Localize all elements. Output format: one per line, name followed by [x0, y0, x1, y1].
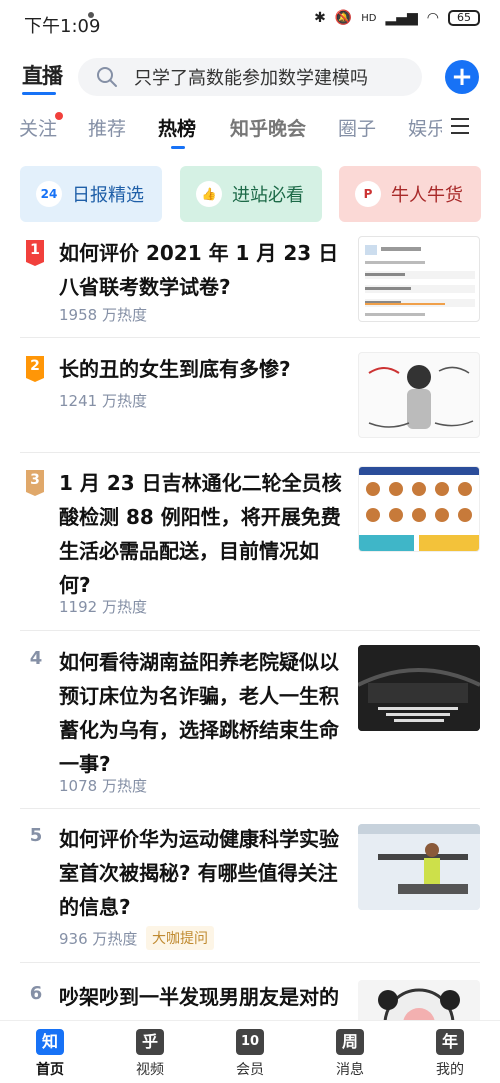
messages-icon: 周: [336, 1029, 364, 1055]
bottom-nav: 知 首页 乎 视频 10 会员 周 消息 年 我的: [0, 1020, 500, 1083]
divider: [20, 630, 480, 631]
tab-entertainment[interactable]: 娱乐: [408, 114, 442, 141]
nav-messages[interactable]: 周 消息: [320, 1029, 380, 1079]
notification-dot: [88, 12, 94, 18]
item-thumbnail: [358, 824, 480, 910]
quick-link-label: 日报精选: [72, 185, 144, 206]
nav-profile[interactable]: 年 我的: [420, 1029, 480, 1079]
topic-badge: 大咖提问: [146, 926, 214, 950]
item-thumbnail: [358, 645, 480, 731]
search-icon: [97, 67, 117, 87]
hot-list-item[interactable]: 4 如何看待湖南益阳养老院疑似以预订床位为名诈骗，老人一生积蓄化为乌有，选择跳桥…: [0, 645, 500, 805]
hot-item-title: 吵架吵到一半发现男朋友是对的该怎么办?: [59, 985, 339, 1020]
quick-link-goods[interactable]: P 牛人牛货: [339, 166, 481, 222]
quick-link-daily[interactable]: 24 日报精选: [20, 166, 162, 222]
divider: [20, 962, 480, 963]
tab-hot[interactable]: 热榜: [158, 114, 196, 141]
divider: [20, 337, 480, 338]
status-bar: 下午1:09 ✱ 🔕 HD ▂▄▆ ◠ 65: [0, 0, 500, 44]
hd-icon: HD: [361, 12, 377, 24]
rank-badge: 1: [26, 240, 44, 266]
tab-follow-badge: [55, 112, 63, 120]
rank-badge: 2: [26, 356, 44, 382]
hot-item-heat: 936 万热度: [59, 930, 138, 948]
home-icon: 知: [36, 1029, 64, 1055]
hot-list-item[interactable]: 1 如何评价 2021 年 1 月 23 日八省联考数学试卷? 1958 万热度: [0, 236, 500, 336]
signal-icon: ▂▄▆: [385, 10, 418, 26]
hot-item-title: 1 月 23 日吉林通化二轮全员核酸检测 88 例阳性，将开展免费生活必需品配送…: [59, 471, 342, 597]
status-icons: ✱ 🔕 HD ▂▄▆ ◠ 65: [314, 10, 480, 26]
rank-number: 4: [29, 648, 43, 669]
tab-gala[interactable]: 知乎晚会: [230, 114, 306, 141]
daily-icon: 24: [36, 181, 62, 207]
search-bar[interactable]: 只学了高数能参加数学建模吗: [78, 58, 422, 96]
tab-recommend[interactable]: 推荐: [88, 114, 126, 141]
hot-list-item[interactable]: 5 如何评价华为运动健康科学实验室首次被揭秘? 有哪些值得关注的信息? 936 …: [0, 822, 500, 952]
hot-item-title: 如何看待湖南益阳养老院疑似以预订床位为名诈骗，老人一生积蓄化为乌有，选择跳桥结束…: [59, 650, 339, 776]
plus-button[interactable]: +: [445, 60, 479, 94]
item-thumbnail: [358, 352, 480, 438]
nav-home[interactable]: 知 首页: [20, 1029, 80, 1079]
nav-label: 视频: [136, 1062, 164, 1078]
hot-list-item[interactable]: 2 长的丑的女生到底有多惨? 1241 万热度: [0, 352, 500, 440]
hot-item-title: 如何评价 2021 年 1 月 23 日八省联考数学试卷?: [59, 241, 339, 299]
tab-follow[interactable]: 关注: [19, 114, 57, 141]
divider: [20, 452, 480, 453]
thumbs-up-icon: 👍: [196, 181, 222, 207]
rank-number: 5: [29, 825, 43, 846]
nav-member[interactable]: 10 会员: [220, 1029, 280, 1079]
hot-item-heat: 1241 万热度: [59, 392, 147, 410]
wifi-icon: ◠: [426, 10, 439, 26]
top-bar: 直播 只学了高数能参加数学建模吗 +: [0, 52, 500, 104]
item-thumbnail: [358, 236, 480, 322]
item-thumbnail: [358, 980, 480, 1020]
rank-number: 6: [29, 983, 43, 1004]
hot-list-item[interactable]: 6 吵架吵到一半发现男朋友是对的该怎么办?: [0, 980, 500, 1020]
nav-video[interactable]: 乎 视频: [120, 1029, 180, 1079]
hot-item-heat: 1958 万热度: [59, 306, 147, 324]
live-underline: [22, 92, 56, 95]
active-tab-indicator: [171, 146, 185, 149]
quick-link-label: 进站必看: [232, 185, 304, 206]
hot-item-title: 长的丑的女生到底有多惨?: [59, 357, 291, 381]
live-button[interactable]: 直播: [22, 60, 63, 90]
member-icon: 10: [236, 1029, 264, 1055]
item-thumbnail: [358, 466, 480, 552]
quick-link-must-see[interactable]: 👍 进站必看: [180, 166, 322, 222]
bluetooth-icon: ✱: [314, 10, 326, 26]
hot-item-heat: 1192 万热度: [59, 598, 147, 616]
battery-icon: 65: [448, 10, 480, 26]
rank-badge: 3: [26, 470, 44, 496]
divider: [20, 808, 480, 809]
profile-icon: 年: [436, 1029, 464, 1055]
nav-label: 消息: [336, 1062, 364, 1078]
hot-item-heat: 1078 万热度: [59, 777, 147, 795]
nav-label: 我的: [436, 1062, 464, 1078]
nav-label: 会员: [236, 1062, 264, 1078]
nav-label: 首页: [36, 1062, 64, 1078]
tab-bar: 关注 推荐 热榜 知乎晚会 圈子 娱乐: [0, 108, 500, 152]
mute-icon: 🔕: [334, 10, 353, 26]
search-placeholder: 只学了高数能参加数学建模吗: [134, 68, 368, 89]
flag-icon: P: [355, 181, 381, 207]
video-icon: 乎: [136, 1029, 164, 1055]
tab-circle[interactable]: 圈子: [338, 114, 376, 141]
menu-icon[interactable]: [451, 118, 469, 139]
hot-list-item[interactable]: 3 1 月 23 日吉林通化二轮全员核酸检测 88 例阳性，将开展免费生活必需品…: [0, 466, 500, 626]
quick-link-label: 牛人牛货: [391, 185, 463, 206]
hot-item-title: 如何评价华为运动健康科学实验室首次被揭秘? 有哪些值得关注的信息?: [59, 827, 339, 919]
